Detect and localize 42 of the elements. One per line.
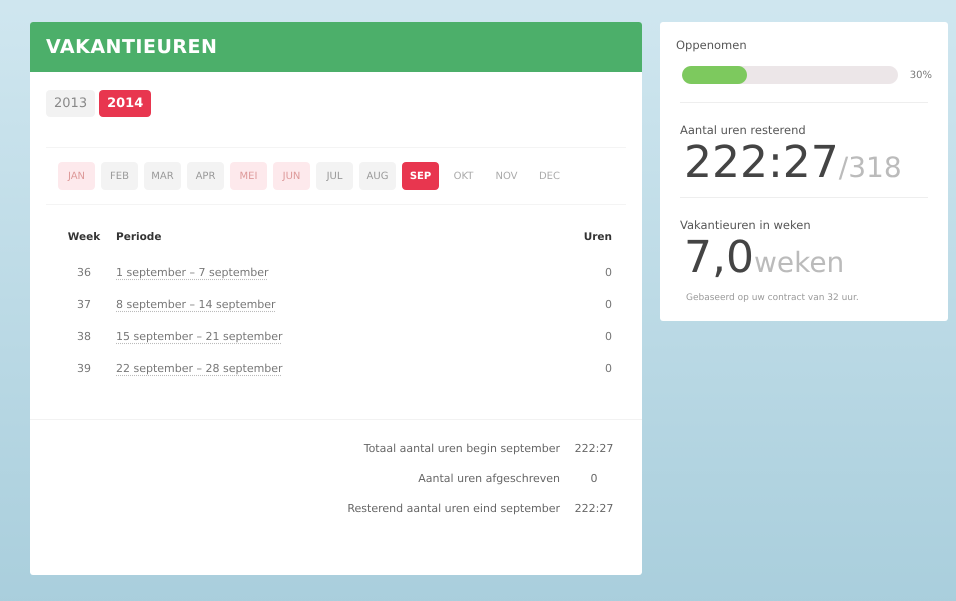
month-tab[interactable]: JAN (58, 162, 95, 190)
weeks-value: 7,0 (684, 232, 754, 284)
week-number: 36 (77, 266, 91, 279)
column-header: Week (68, 231, 100, 243)
period-link[interactable]: 8 september – 14 september (116, 298, 276, 311)
month-tab[interactable]: SEP (402, 162, 439, 190)
contract-note: Gebaseerd op uw contract van 32 uur. (686, 292, 860, 303)
month-tab[interactable]: JUL (316, 162, 353, 190)
remaining-label: Aantal uren resterend (680, 123, 807, 137)
month-tab[interactable]: AUG (359, 162, 396, 190)
total-label: Totaal aantal uren begin september (362, 442, 560, 455)
weeks-label: Vakantieuren in weken (680, 218, 812, 232)
hours-cell: 0 (605, 298, 612, 311)
period-link[interactable]: 15 september – 21 september (116, 330, 283, 343)
weeks-unit: weken (754, 246, 844, 280)
remaining-hours: 222:27 (684, 137, 839, 188)
taken-label: Oppenomen (676, 38, 748, 52)
week-number: 38 (77, 330, 91, 343)
total-value: 222:27 (574, 442, 614, 455)
hours-cell: 0 (605, 362, 612, 375)
year-tab[interactable]: 2013 (46, 90, 96, 117)
column-header: Periode (116, 231, 162, 243)
progress-reading: 30% (910, 70, 932, 80)
month-tab[interactable]: MEI (230, 162, 267, 190)
total-label: Aantal uren afgeschreven (417, 472, 560, 485)
total-hours: /318 (838, 151, 902, 184)
month-tab[interactable]: MAR (144, 162, 181, 190)
hours-cell: 0 (605, 266, 612, 279)
total-value: 222:27 (574, 502, 614, 515)
period-link[interactable]: 22 september – 28 september (116, 362, 283, 375)
month-tab[interactable]: JUN (273, 162, 310, 190)
column-header: Uren (584, 231, 612, 243)
card-title: VAKANTIEUREN (30, 22, 642, 72)
total-value: 0 (590, 472, 598, 485)
week-number: 39 (77, 362, 91, 375)
month-tab[interactable]: APR (187, 162, 224, 190)
period-link[interactable]: 1 september – 7 september (116, 266, 269, 279)
hours-cell: 0 (605, 330, 612, 343)
total-label: Resterend aantal uren eind september (346, 502, 560, 515)
month-tab[interactable]: FEB (101, 162, 138, 190)
year-tab[interactable]: 2014 (99, 90, 152, 117)
week-number: 37 (77, 298, 91, 311)
